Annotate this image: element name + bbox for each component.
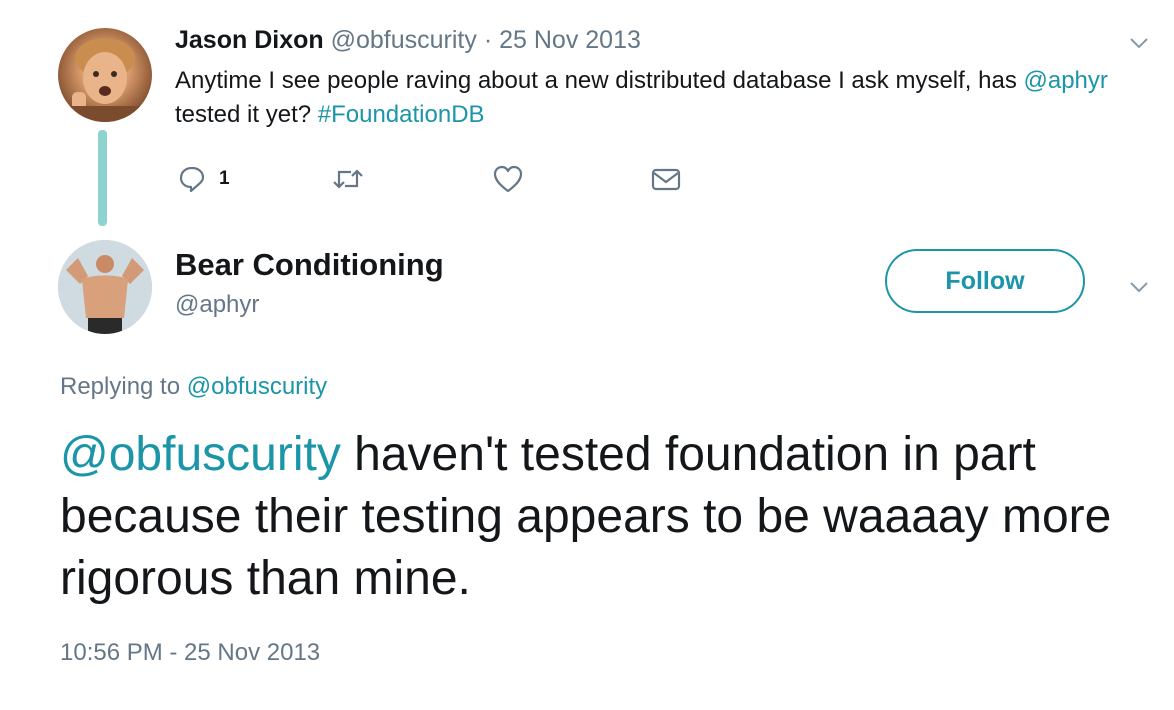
retweet-button[interactable] [330, 162, 366, 196]
parent-tweet-date[interactable]: 25 Nov 2013 [499, 26, 641, 54]
like-button[interactable] [492, 162, 524, 196]
replying-to-handle[interactable]: @obfuscurity [187, 373, 327, 400]
reply-author-handle[interactable]: @aphyr [175, 290, 259, 320]
replying-to-line: Replying to @obfuscurity [60, 372, 327, 402]
reply-button[interactable]: 1 [177, 162, 230, 196]
avatar-bear-conditioning[interactable] [58, 240, 152, 334]
parent-tweet-header: Jason Dixon @obfuscurity · 25 Nov 2013 [175, 25, 641, 55]
heart-icon [492, 164, 524, 194]
direct-message-button[interactable] [650, 162, 682, 196]
mention-link[interactable]: @aphyr [1024, 67, 1108, 94]
hashtag-link[interactable]: #FoundationDB [318, 101, 485, 128]
parent-author-handle[interactable]: @obfuscurity [331, 26, 477, 54]
parent-text-start: Anytime I see people raving about a new … [175, 67, 1017, 94]
retweet-icon [330, 164, 366, 194]
follow-button[interactable]: Follow [885, 249, 1085, 313]
chevron-down-icon[interactable] [1128, 32, 1150, 54]
replying-to-label: Replying to [60, 373, 187, 400]
reply-icon [177, 164, 207, 194]
separator-dot: · [483, 26, 493, 54]
avatar-jason-dixon[interactable] [58, 28, 152, 122]
reply-author-name[interactable]: Bear Conditioning [175, 246, 444, 284]
parent-author-name[interactable]: Jason Dixon [175, 26, 324, 54]
thread-connector-line [98, 130, 107, 226]
chevron-down-icon[interactable] [1128, 276, 1150, 298]
parent-tweet-text: Anytime I see people raving about a new … [175, 64, 1145, 132]
envelope-icon [650, 164, 682, 194]
reply-count: 1 [219, 168, 230, 189]
reply-timestamp[interactable]: 10:56 PM - 25 Nov 2013 [60, 638, 320, 668]
reply-mention-link[interactable]: @obfuscurity [60, 428, 341, 481]
reply-tweet-text: @obfuscurity haven't tested foundation i… [60, 424, 1140, 610]
parent-text-middle: tested it yet? [175, 101, 318, 128]
